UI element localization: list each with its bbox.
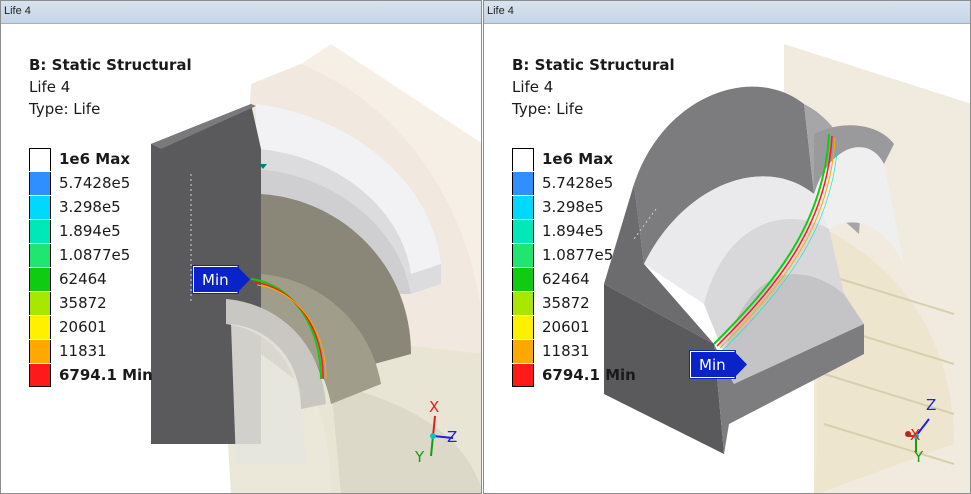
viewport-title-bar: Life 4 bbox=[484, 1, 970, 24]
legend-swatch bbox=[512, 268, 534, 291]
legend-label: 6794.1 Min bbox=[59, 366, 153, 384]
axis-z-label: Z bbox=[926, 396, 937, 414]
legend-label: 1e6 Max bbox=[542, 150, 613, 168]
legend-label: 11831 bbox=[542, 342, 590, 360]
result-name: Life 4 bbox=[512, 78, 554, 96]
viewport-left[interactable]: Life 4 X Z Y B: Static Structural Life 4… bbox=[0, 0, 482, 494]
legend-swatch bbox=[512, 244, 534, 267]
legend-label: 1e6 Max bbox=[59, 150, 130, 168]
viewport-title: Life 4 bbox=[487, 5, 514, 17]
legend-swatch bbox=[29, 364, 51, 387]
viewport-title: Life 4 bbox=[4, 5, 31, 17]
legend-swatch bbox=[512, 220, 534, 243]
legend-label: 1.0877e5 bbox=[542, 246, 614, 264]
legend-swatch bbox=[29, 220, 51, 243]
legend-swatch bbox=[29, 316, 51, 339]
legend-swatch bbox=[29, 244, 51, 267]
legend-label: 1.894e5 bbox=[59, 222, 121, 240]
legend-swatch bbox=[29, 172, 51, 195]
axis-y-label: Y bbox=[914, 448, 924, 466]
legend-swatch bbox=[29, 148, 51, 171]
legend-label: 1.0877e5 bbox=[59, 246, 131, 264]
legend-label: 62464 bbox=[542, 270, 590, 288]
axis-x-label: X bbox=[429, 398, 440, 416]
min-probe-label: Min bbox=[193, 266, 238, 293]
probe-pointer-icon bbox=[237, 266, 250, 293]
analysis-title: B: Static Structural bbox=[29, 56, 192, 74]
legend-swatch bbox=[29, 268, 51, 291]
result-info: B: Static Structural Life 4 Type: Life bbox=[512, 54, 675, 120]
legend-swatch bbox=[512, 196, 534, 219]
legend-swatch bbox=[512, 172, 534, 195]
legend-swatch bbox=[512, 316, 534, 339]
result-type: Type: Life bbox=[512, 100, 584, 118]
model-view[interactable]: Z X Y B: Static Structural Life 4 Type: … bbox=[484, 24, 970, 493]
legend-label: 62464 bbox=[59, 270, 107, 288]
legend-label: 20601 bbox=[542, 318, 590, 336]
result-name: Life 4 bbox=[29, 78, 71, 96]
legend-swatch bbox=[29, 292, 51, 315]
legend-swatch bbox=[512, 292, 534, 315]
viewport-right[interactable]: Life 4 Z X Y B: Static Structural Life 4… bbox=[483, 0, 971, 494]
legend-swatch bbox=[29, 340, 51, 363]
legend-label: 5.7428e5 bbox=[59, 174, 131, 192]
legend-label: 3.298e5 bbox=[542, 198, 604, 216]
analysis-title: B: Static Structural bbox=[512, 56, 675, 74]
legend-label: 20601 bbox=[59, 318, 107, 336]
result-info: B: Static Structural Life 4 Type: Life bbox=[29, 54, 192, 120]
legend-label: 11831 bbox=[59, 342, 107, 360]
legend-swatch bbox=[512, 364, 534, 387]
model-view[interactable]: X Z Y B: Static Structural Life 4 Type: … bbox=[1, 24, 481, 493]
legend-label: 5.7428e5 bbox=[542, 174, 614, 192]
legend-label: 1.894e5 bbox=[542, 222, 604, 240]
legend-swatch bbox=[512, 148, 534, 171]
legend-label: 35872 bbox=[59, 294, 107, 312]
probe-pointer-icon bbox=[734, 351, 747, 378]
axis-z-label: Z bbox=[447, 428, 458, 446]
min-probe-label: Min bbox=[690, 351, 735, 378]
contour-legend[interactable]: 1e6 Max 5.7428e5 3.298e5 1.894e5 1.0877e5 624… bbox=[512, 148, 682, 398]
legend-label: 35872 bbox=[542, 294, 590, 312]
legend-swatch bbox=[29, 196, 51, 219]
axis-x-label: X bbox=[910, 426, 921, 444]
legend-swatch bbox=[512, 340, 534, 363]
legend-label: 6794.1 Min bbox=[542, 366, 636, 384]
viewport-title-bar: Life 4 bbox=[1, 1, 481, 24]
legend-label: 3.298e5 bbox=[59, 198, 121, 216]
axis-y-label: Y bbox=[415, 448, 425, 466]
result-type: Type: Life bbox=[29, 100, 101, 118]
contour-legend[interactable]: 1e6 Max 5.7428e5 3.298e5 1.894e5 1.0877e5 624… bbox=[29, 148, 199, 398]
